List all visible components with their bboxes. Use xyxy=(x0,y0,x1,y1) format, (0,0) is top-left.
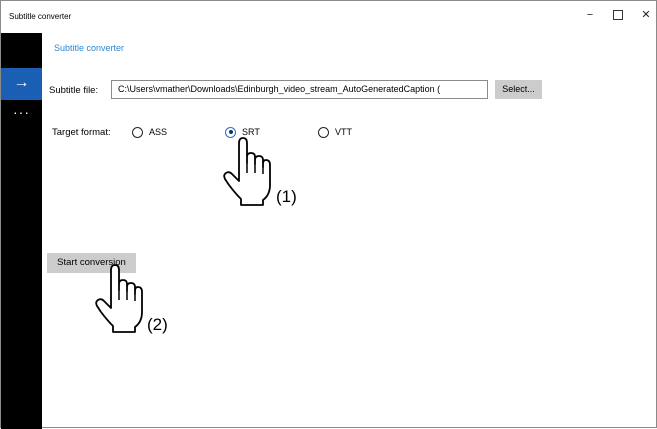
radio-vtt-label: VTT xyxy=(335,127,352,137)
pointing-hand-icon xyxy=(95,264,143,333)
more-icon: ··· xyxy=(13,104,30,120)
annotation-step-1: (1) xyxy=(276,187,297,206)
maximize-icon xyxy=(613,10,623,21)
app-window: Subtitle converter − ✕ → ··· Subtitle co… xyxy=(0,0,657,429)
radio-ass[interactable]: ASS xyxy=(132,125,167,139)
radio-ass-label: ASS xyxy=(149,127,168,137)
window-title: Subtitle converter xyxy=(9,12,72,21)
radio-vtt-circle[interactable] xyxy=(318,126,329,138)
page-title: Subtitle converter xyxy=(54,43,125,53)
select-button[interactable]: Select... xyxy=(495,80,542,99)
title-bar: Subtitle converter − ✕ xyxy=(1,1,656,33)
sidebar: → ··· xyxy=(1,33,42,429)
radio-vtt[interactable]: VTT xyxy=(318,125,352,139)
annotation-step-2: (2) xyxy=(147,315,168,334)
subtitle-file-label: Subtitle file: xyxy=(49,85,99,96)
radio-srt-label: SRT xyxy=(242,127,260,137)
more-button[interactable]: ··· xyxy=(1,105,42,125)
close-icon: ✕ xyxy=(641,9,651,21)
target-format-label: Target format: xyxy=(52,127,111,138)
minimize-button[interactable]: − xyxy=(576,1,604,31)
radio-ass-circle[interactable] xyxy=(132,126,143,138)
close-button[interactable]: ✕ xyxy=(632,1,657,31)
arrow-right-icon: → xyxy=(13,74,30,91)
pointing-hand-icon xyxy=(223,137,271,206)
maximize-button[interactable] xyxy=(604,1,632,31)
nav-arrow-button[interactable]: → xyxy=(1,68,42,100)
minimize-icon: − xyxy=(586,9,594,21)
radio-srt-circle[interactable] xyxy=(225,126,236,138)
subtitle-file-input[interactable]: C:\Users\vmather\Downloads\Edinburgh_vid… xyxy=(111,80,488,99)
